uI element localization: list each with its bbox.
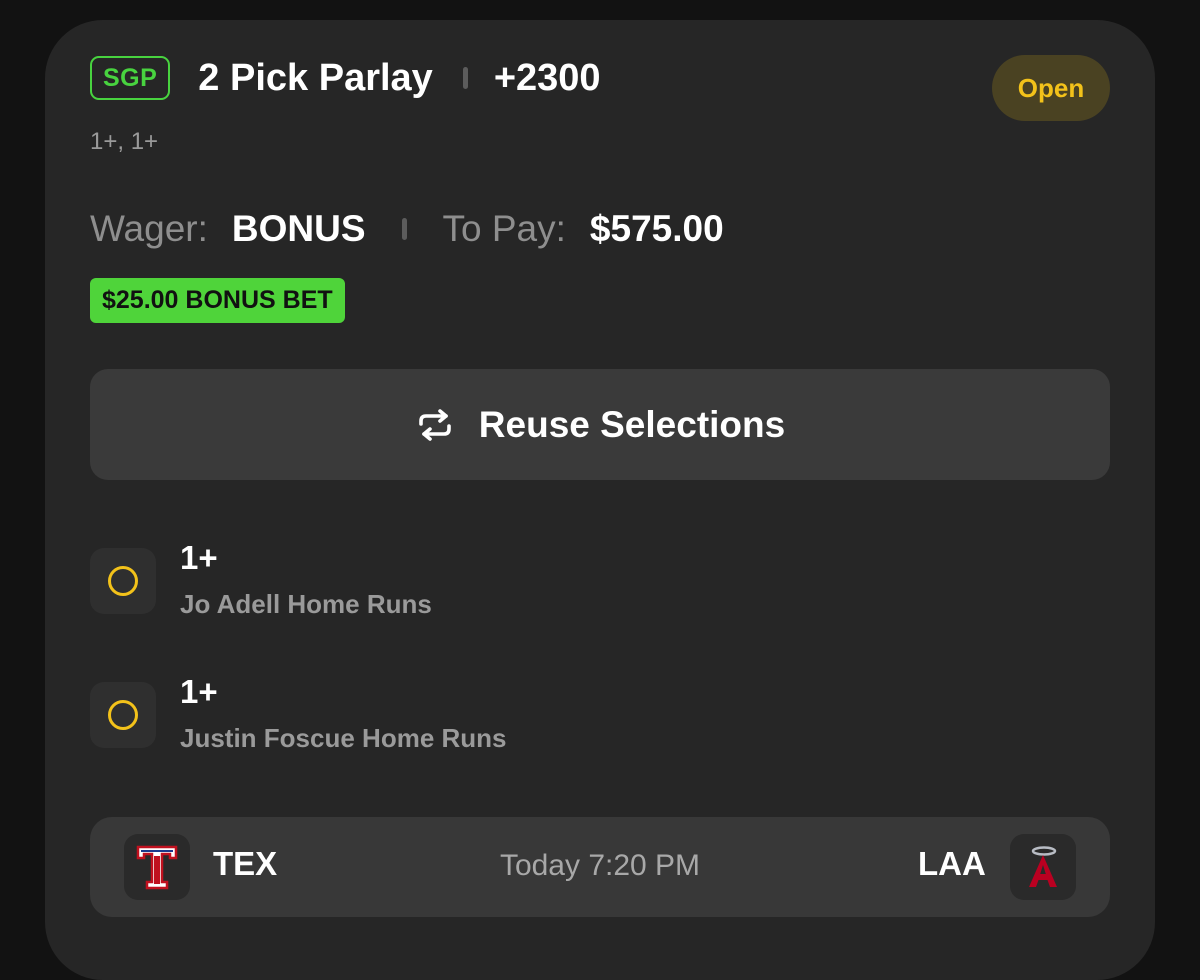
wager-divider bbox=[401, 218, 407, 240]
pending-circle-icon bbox=[108, 566, 138, 596]
leg-item[interactable]: 1+ Jo Adell Home Runs bbox=[90, 539, 1090, 619]
parlay-title: 2 Pick Parlay bbox=[198, 56, 433, 99]
reuse-selections-label: Reuse Selections bbox=[478, 403, 786, 445]
leg-status bbox=[90, 548, 156, 614]
leg-line: 1+ bbox=[180, 539, 218, 576]
sgp-badge: SGP bbox=[90, 56, 171, 100]
bonus-bet-badge: $25.00 BONUS BET bbox=[90, 278, 345, 323]
angels-logo-icon bbox=[1010, 834, 1076, 900]
leg-market: Justin Foscue Home Runs bbox=[180, 723, 507, 753]
repeat-icon bbox=[418, 408, 451, 441]
reuse-selections-button[interactable]: Reuse Selections bbox=[90, 369, 1110, 480]
bet-header: SGP 2 Pick Parlay +2300 bbox=[90, 55, 601, 101]
parlay-odds: +2300 bbox=[493, 56, 601, 99]
home-team: LAA bbox=[918, 845, 986, 882]
wager-value: BONUS bbox=[231, 208, 366, 249]
wager-label: Wager: bbox=[90, 208, 208, 249]
leg-line: 1+ bbox=[180, 673, 218, 710]
leg-status bbox=[90, 682, 156, 748]
wager-row: Wager: BONUS To Pay: $575.00 bbox=[90, 208, 724, 250]
title-divider bbox=[462, 67, 468, 89]
angels-a-glyph bbox=[1029, 846, 1057, 887]
status-badge: Open bbox=[992, 55, 1110, 121]
game-info-bar[interactable]: TEX Today 7:20 PM LAA bbox=[90, 817, 1110, 917]
bet-card: SGP 2 Pick Parlay +2300 Open 1+, 1+ Wage… bbox=[45, 20, 1155, 980]
to-pay-value: $575.00 bbox=[589, 208, 724, 249]
leg-item[interactable]: 1+ Justin Foscue Home Runs bbox=[90, 673, 1090, 753]
to-pay-label: To Pay: bbox=[442, 208, 566, 249]
pending-circle-icon bbox=[108, 700, 138, 730]
leg-summary: 1+, 1+ bbox=[90, 128, 159, 155]
leg-market: Jo Adell Home Runs bbox=[180, 589, 432, 619]
